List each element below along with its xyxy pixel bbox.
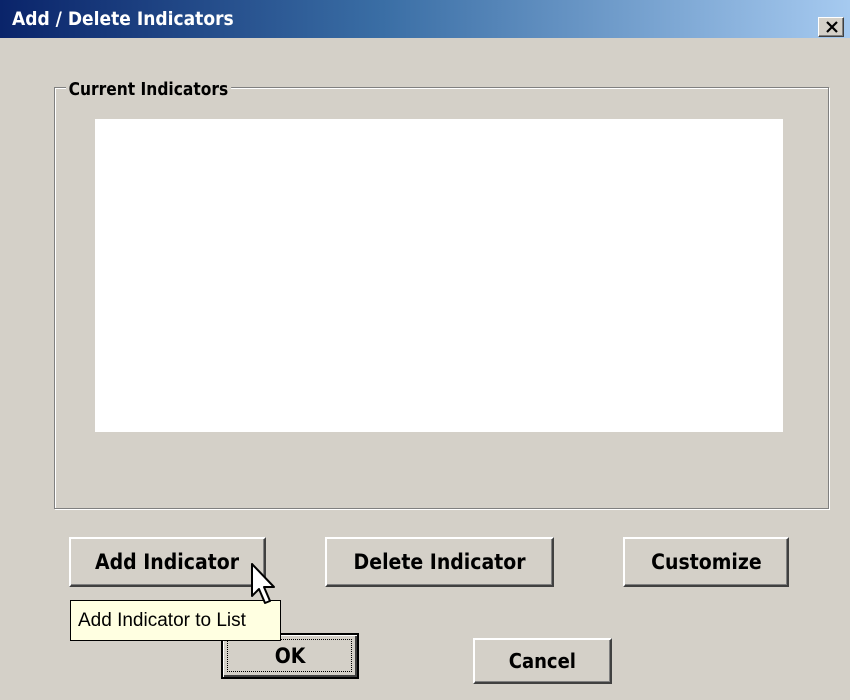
cancel-label: Cancel xyxy=(508,649,577,673)
add-indicator-button[interactable]: Add Indicator xyxy=(69,537,266,587)
cancel-button[interactable]: Cancel xyxy=(473,638,612,684)
customize-label: Customize xyxy=(650,550,762,574)
close-icon xyxy=(826,21,838,33)
title-bar[interactable]: Add / Delete Indicators xyxy=(0,0,850,38)
delete-indicator-button[interactable]: Delete Indicator xyxy=(325,537,554,587)
group-label: Current Indicators xyxy=(66,79,231,101)
ok-label: OK xyxy=(274,644,306,668)
customize-button[interactable]: Customize xyxy=(623,537,789,587)
mouse-pointer-icon xyxy=(251,563,275,604)
tooltip-text: Add Indicator to List xyxy=(78,610,246,631)
add-delete-indicators-dialog: Add / Delete Indicators Current Indicato… xyxy=(0,0,850,700)
current-indicators-list[interactable] xyxy=(95,119,783,432)
close-button[interactable] xyxy=(818,17,844,37)
add-indicator-label: Add Indicator xyxy=(95,550,240,574)
delete-indicator-label: Delete Indicator xyxy=(353,550,526,574)
window-title: Add / Delete Indicators xyxy=(12,8,234,30)
